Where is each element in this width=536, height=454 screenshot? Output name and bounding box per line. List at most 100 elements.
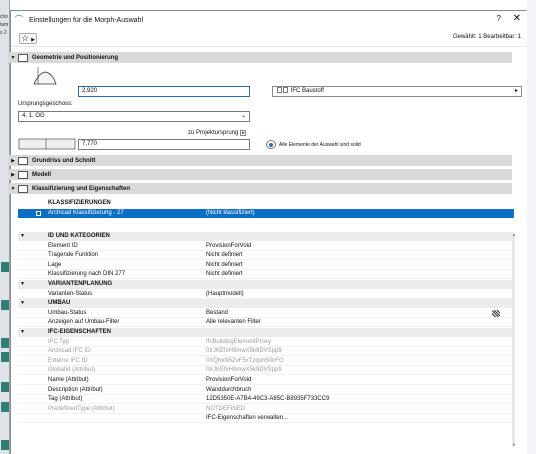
origin-story-dropdown[interactable]: 4. 1. OG ⌄ bbox=[18, 111, 250, 122]
expand-triangle-icon: ▶ bbox=[11, 171, 15, 178]
solid-status-icon bbox=[266, 140, 276, 149]
property-row[interactable]: IFC Typ IfcBuildingElementProxy bbox=[18, 338, 514, 347]
solid-note-text: Alle Elemente der Auswahl sind solid bbox=[279, 141, 361, 148]
property-group-header[interactable]: ▼ ID UND KATEGORIEN bbox=[18, 232, 514, 241]
ifc-material-label: IFC Baustoff bbox=[290, 88, 324, 94]
scrollbar[interactable]: ▲ ▼ bbox=[512, 232, 516, 447]
property-group-header[interactable]: ▼ IFC-EIGENSCHAFTEN bbox=[18, 328, 514, 337]
property-key: Anzeigen auf Umbau-Filter bbox=[48, 319, 120, 326]
property-row[interactable]: Element ID ProvisionForVoid bbox=[18, 242, 514, 251]
property-key: Name (Attribut) bbox=[48, 377, 89, 383]
selection-info: Gewählt: 1 Bearbeitbar: 1 bbox=[452, 34, 521, 40]
manage-ifc-properties-button[interactable]: IFC-Eigenschaften verwalten... bbox=[18, 414, 514, 424]
section-classification-title: Klassifizierung und Eigenschaften bbox=[32, 185, 131, 192]
classification-key: Archicad Klassifizierung - 27 bbox=[48, 210, 124, 216]
classification-value: (Nicht klassifiziert) bbox=[206, 210, 255, 216]
collapse-triangle-icon: ▼ bbox=[20, 281, 25, 287]
property-row[interactable]: Externe IFC ID 0XQhkN5ZvF5xTzquh50nFG bbox=[18, 357, 514, 366]
background-tile bbox=[1, 352, 9, 362]
property-row[interactable]: Tragende Funktion Nicht definiert bbox=[18, 251, 514, 261]
collapse-triangle-icon: ▼ bbox=[20, 300, 25, 307]
property-row[interactable]: Umbau-Status Bestand bbox=[18, 309, 514, 318]
property-key: Externe IFC ID bbox=[48, 357, 88, 364]
top-height-input[interactable]: 2,920 bbox=[78, 86, 250, 97]
collapse-triangle-icon: ▼ bbox=[10, 54, 16, 61]
property-key: GlobalId (Attribut) bbox=[48, 367, 96, 374]
bottom-height-input[interactable]: 7,770 bbox=[78, 139, 250, 150]
property-row[interactable]: PredefinedType (Attribut) NOTDEFINED bbox=[18, 405, 514, 414]
property-key: Umbau-Status bbox=[48, 309, 87, 316]
morph-height-icon bbox=[33, 67, 57, 85]
property-key: Archicad IFC ID bbox=[48, 348, 91, 355]
classification-icon bbox=[18, 184, 28, 193]
scroll-up-icon[interactable]: ▲ bbox=[512, 232, 516, 237]
property-key: Description (Attribut) bbox=[48, 386, 103, 393]
property-row[interactable]: Name (Attribut) ProvisionForVoid bbox=[18, 376, 514, 385]
property-group-header[interactable]: ▼ VARIANTENPLANUNG bbox=[18, 280, 514, 289]
property-value: 0IrJKEfxH9mwX5k9DVSpp9 bbox=[206, 367, 282, 374]
scroll-down-icon[interactable]: ▼ bbox=[512, 442, 516, 447]
property-row[interactable]: Tag (Attribut) 12D5350E-A7B4-49C3-A85C-B8… bbox=[18, 395, 514, 405]
close-button[interactable]: ✕ bbox=[513, 13, 521, 24]
section-classification-header[interactable]: ▼ Klassifizierung und Eigenschaften bbox=[8, 183, 512, 194]
section-model-header[interactable]: ▶ Modell bbox=[8, 169, 512, 180]
property-row[interactable]: Archicad IFC ID 0IrJKEfxH9mwX5k9DVSpp9 bbox=[18, 347, 514, 357]
favorites-button[interactable]: ☆ ▶ bbox=[19, 33, 37, 44]
background-tile bbox=[1, 402, 9, 412]
property-value: 0XQhkN5ZvF5xTzquh50nFG bbox=[206, 357, 284, 364]
property-key: PredefinedType (Attribut) bbox=[48, 405, 115, 412]
property-group-title: UMBAU bbox=[48, 300, 71, 307]
property-key: Lage bbox=[48, 261, 62, 268]
project-origin-label: zu Projektursprung bbox=[188, 130, 239, 136]
model-icon bbox=[18, 170, 28, 179]
property-value: Alle relevanten Filter bbox=[206, 319, 261, 326]
property-value: ProvisionForVoid bbox=[206, 377, 252, 383]
property-value: Nicht definiert bbox=[206, 252, 243, 259]
property-value: 12D5350E-A7B4-49C3-A85C-B8935F733CC9 bbox=[206, 396, 330, 403]
property-key: Varianten-Status bbox=[48, 290, 93, 297]
property-row[interactable]: Klassifizierung nach DIN 277 Nicht defini… bbox=[18, 270, 514, 280]
property-row[interactable]: Description (Attribut) Wanddurchbruch bbox=[18, 386, 514, 395]
property-value: Bestand bbox=[206, 309, 229, 316]
property-group-title: ID UND KATEGORIEN bbox=[48, 233, 110, 239]
section-floorplan-title: Grundriss und Schnitt bbox=[32, 157, 96, 164]
property-value: Nicht definiert bbox=[206, 271, 243, 278]
renovation-pattern-icon[interactable] bbox=[492, 309, 500, 317]
background-text: s 2 bbox=[0, 30, 7, 36]
property-row[interactable]: Lage Nicht definiert bbox=[18, 261, 514, 270]
help-button[interactable]: ? bbox=[497, 14, 501, 23]
property-value: IfcBuildingElementProxy bbox=[206, 338, 272, 345]
property-row[interactable]: Anzeigen auf Umbau-Filter Alle relevanten… bbox=[18, 318, 514, 328]
chevron-right-icon: ▸ bbox=[514, 88, 518, 94]
section-model-title: Modell bbox=[32, 171, 51, 178]
section-geometry-header[interactable]: ▼ Geometrie und Positionierung bbox=[8, 52, 512, 63]
property-key: IFC Typ bbox=[48, 338, 69, 345]
property-value: NOTDEFINED bbox=[206, 405, 245, 412]
property-key: Klassifizierung nach DIN 277 bbox=[48, 271, 126, 278]
background-tile bbox=[1, 382, 9, 392]
archicad-icon: ⌒ bbox=[15, 15, 23, 24]
star-icon: ☆ bbox=[21, 33, 30, 43]
background-app-right bbox=[527, 0, 536, 454]
property-key: Tragende Funktion bbox=[48, 252, 99, 259]
property-value: Nicht definiert bbox=[206, 261, 243, 268]
background-text: cho bbox=[0, 14, 9, 20]
background-tile bbox=[1, 262, 9, 272]
checkbox[interactable] bbox=[36, 211, 41, 216]
geometry-icon bbox=[18, 53, 28, 62]
material-swatch-icon bbox=[283, 87, 288, 94]
section-floorplan-header[interactable]: ▶ Grundriss und Schnitt bbox=[8, 155, 512, 166]
collapse-triangle-icon: ▼ bbox=[20, 329, 25, 335]
property-row[interactable]: GlobalId (Attribut) 0IrJKEfxH9mwX5k9DVSpp… bbox=[18, 366, 514, 376]
property-row[interactable]: Varianten-Status (Hauptmodell) bbox=[18, 290, 514, 299]
toolbar: ☆ ▶ Gewählt: 1 Bearbeitbar: 1 bbox=[11, 29, 527, 47]
ifc-material-dropdown[interactable]: IFC Baustoff ▸ bbox=[272, 86, 522, 97]
property-group-header[interactable]: ▼ UMBAU bbox=[18, 299, 514, 309]
project-origin-button[interactable]: zu Projektursprung ▸ bbox=[188, 130, 247, 136]
collapse-triangle-icon: ▼ bbox=[10, 185, 16, 192]
property-value: IFC-Eigenschaften verwalten... bbox=[206, 415, 289, 422]
classifications-header: KLASSIFIZIERUNGEN bbox=[48, 200, 111, 206]
property-value: (Hauptmodell) bbox=[206, 290, 244, 297]
background-tile bbox=[1, 300, 9, 310]
classification-row[interactable]: Archicad Klassifizierung - 27 (Nicht kla… bbox=[18, 209, 514, 218]
